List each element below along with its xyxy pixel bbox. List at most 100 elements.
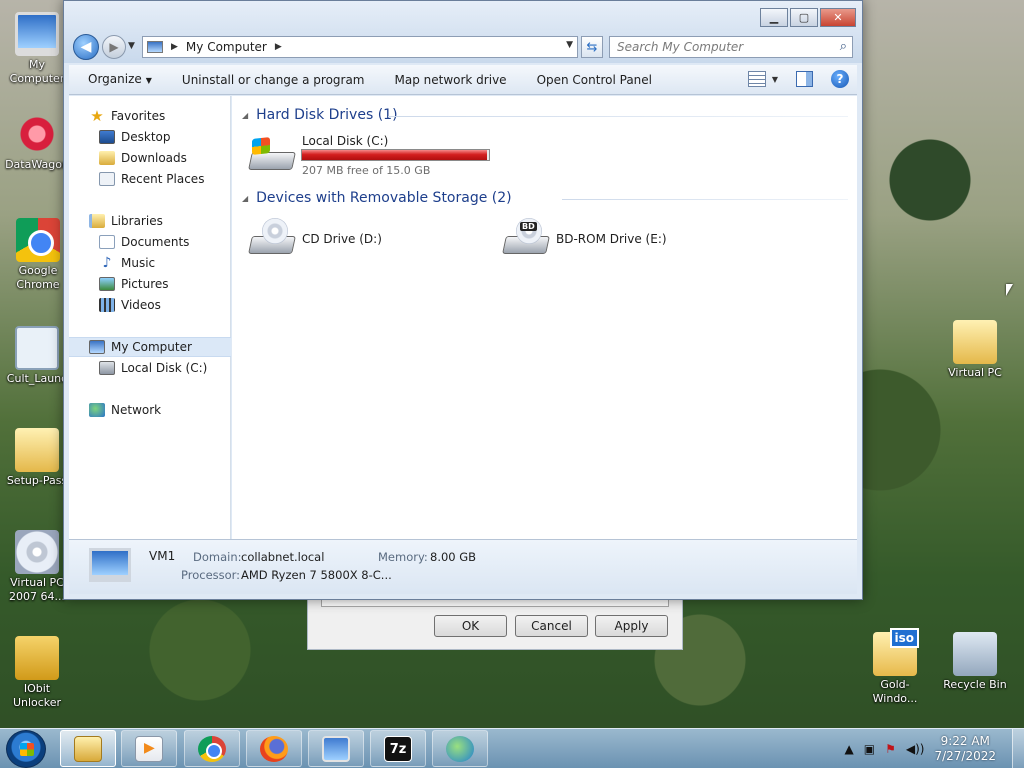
nav-item-libraries[interactable]: Libraries (69, 211, 231, 231)
command-bar: Organize ▼ Uninstall or change a program … (69, 65, 857, 95)
nav-label: Network (111, 403, 162, 417)
lock-icon (15, 636, 59, 680)
nav-item-network[interactable]: Network (69, 400, 231, 420)
nav-item-my-computer[interactable]: My Computer (69, 337, 231, 357)
forward-button[interactable]: ▶ (102, 35, 126, 59)
open-control-panel-button[interactable]: Open Control Panel (522, 65, 667, 95)
desktop-icon-my-computer[interactable]: My Computer (2, 12, 72, 86)
star-icon: ★ (90, 107, 104, 125)
nav-label: Pictures (121, 277, 169, 291)
search-input[interactable]: Search My Computer ⌕ (609, 36, 853, 58)
nav-item-recent-places[interactable]: Recent Places (69, 169, 231, 189)
desktop-icon-cult-launch[interactable]: Cult_Launc (2, 326, 72, 386)
clock[interactable]: 9:22 AM 7/27/2022 (934, 734, 996, 764)
apply-button[interactable]: Apply (595, 615, 668, 637)
nav-label: Local Disk (C:) (121, 361, 208, 375)
organize-button[interactable]: Organize ▼ (69, 64, 167, 96)
disc-icon (262, 218, 288, 244)
processor-label: Processor: (181, 568, 241, 582)
back-button[interactable]: ◀ (73, 34, 99, 60)
memory-value: 8.00 GB (430, 550, 477, 564)
windows-logo-icon (252, 137, 270, 155)
address-dropdown-icon[interactable]: ▼ (566, 40, 573, 50)
breadcrumb-my-computer[interactable]: My Computer (186, 40, 267, 54)
minimize-button[interactable]: ▁ (760, 8, 788, 27)
taskbar-idm[interactable] (432, 730, 488, 767)
desktop-icon-recycle-bin[interactable]: Recycle Bin (940, 632, 1010, 692)
desktop-icon-label: My Computer (9, 58, 65, 85)
chevron-down-icon: ▼ (145, 75, 152, 85)
chevron-right-icon[interactable]: ▶ (171, 42, 178, 52)
help-icon[interactable]: ? (831, 70, 849, 88)
desktop-icon-virtual-pc-2007[interactable]: Virtual PC 2007 64... (2, 530, 72, 604)
drive-name: CD Drive (D:) (302, 232, 382, 246)
network-icon (89, 403, 105, 417)
group-header-removable-storage[interactable]: ◢ Devices with Removable Storage (2) (242, 190, 512, 206)
refresh-button[interactable]: ⇆ (581, 36, 603, 58)
drive-local-disk-c[interactable]: Local Disk (C:) 207 MB free of 15.0 GB (248, 134, 498, 184)
maximize-button[interactable]: ▢ (790, 8, 818, 27)
navigation-pane: ★ Favorites Desktop Downloads Recent Plac… (69, 96, 231, 539)
collapse-triangle-icon[interactable]: ◢ (242, 111, 248, 120)
desktop-icon-gold-windows[interactable]: Gold-Windo... (860, 628, 930, 706)
bd-badge: BD (520, 222, 537, 231)
drive-bd-rom-e[interactable]: BD BD-ROM Drive (E:) (502, 218, 702, 262)
uninstall-program-button[interactable]: Uninstall or change a program (167, 65, 380, 95)
nav-item-documents[interactable]: Documents (69, 232, 231, 252)
taskbar-7zip[interactable]: 7z (370, 730, 426, 767)
nav-item-desktop[interactable]: Desktop (69, 127, 231, 147)
desktop-icon-label: Virtual PC 2007 64... (9, 576, 65, 603)
desktop-icon-datawagon[interactable]: DataWagon (2, 112, 72, 172)
nav-item-downloads[interactable]: Downloads (69, 148, 231, 168)
drive-name: Local Disk (C:) (302, 134, 389, 148)
view-dropdown-icon[interactable]: ▼ (772, 75, 778, 84)
desktop-icon-iobit-unlocker[interactable]: IObit Unlocker (2, 636, 72, 710)
ok-button[interactable]: OK (434, 615, 507, 637)
taskbar-firefox[interactable] (246, 730, 302, 767)
folder-icon (953, 320, 997, 364)
network-tray-icon[interactable]: ▣ (864, 742, 875, 756)
nav-item-videos[interactable]: Videos (69, 295, 231, 315)
show-desktop-button[interactable] (1012, 729, 1024, 768)
group-header-hard-disk-drives[interactable]: ◢ Hard Disk Drives (1) (242, 107, 398, 123)
cancel-button[interactable]: Cancel (515, 615, 588, 637)
start-button[interactable] (6, 730, 46, 768)
nav-item-music[interactable]: ♪ Music (69, 253, 231, 273)
chevron-right-icon[interactable]: ▶ (275, 42, 282, 52)
desktop-icon-label: DataWagon (5, 158, 69, 171)
taskbar-explorer[interactable] (60, 730, 116, 767)
nav-item-pictures[interactable]: Pictures (69, 274, 231, 294)
recent-pages-dropdown[interactable]: ▼ (128, 41, 135, 51)
desktop-icon-setup-pass[interactable]: Setup-Pass (2, 428, 72, 488)
drive-cd-d[interactable]: CD Drive (D:) (248, 218, 448, 262)
drive-usage-fill (302, 150, 487, 160)
libraries-icon (89, 214, 105, 228)
nav-item-favorites[interactable]: ★ Favorites (69, 106, 231, 126)
show-hidden-icons-icon[interactable]: ▲ (845, 742, 854, 756)
change-view-icon[interactable] (747, 71, 766, 87)
details-pane: VM1 Domain: collabnet.local Memory: 8.00… (69, 539, 857, 594)
arrow-left-icon: ◀ (80, 39, 92, 55)
search-icon[interactable]: ⌕ (840, 39, 847, 54)
map-network-drive-button[interactable]: Map network drive (380, 65, 522, 95)
gear-icon (15, 112, 59, 156)
volume-icon[interactable]: ◀)) (906, 742, 925, 756)
desktop-icon-label: Recycle Bin (943, 678, 1007, 691)
nav-label: My Computer (111, 340, 192, 354)
toolbar-right: ▼ ? (747, 70, 849, 88)
processor-value: AMD Ryzen 7 5800X 8-C... (241, 568, 392, 582)
taskbar-chrome[interactable] (184, 730, 240, 767)
action-center-icon[interactable]: ⚑ (885, 742, 896, 756)
nav-item-local-disk[interactable]: Local Disk (C:) (69, 358, 231, 378)
taskbar-virtual-pc[interactable] (308, 730, 364, 767)
explorer-icon (74, 735, 102, 762)
close-button[interactable]: ✕ (820, 8, 856, 27)
chrome-icon (198, 735, 226, 762)
taskbar-media-center[interactable] (121, 730, 177, 767)
collapse-triangle-icon[interactable]: ◢ (242, 194, 248, 203)
hard-disk-icon (248, 134, 296, 174)
preview-pane-icon[interactable] (796, 71, 813, 87)
desktop-icon-virtual-pc[interactable]: Virtual PC (940, 320, 1010, 380)
address-bar[interactable]: ▶ My Computer ▶ ▼ (142, 36, 578, 58)
nav-label: Favorites (111, 109, 166, 123)
